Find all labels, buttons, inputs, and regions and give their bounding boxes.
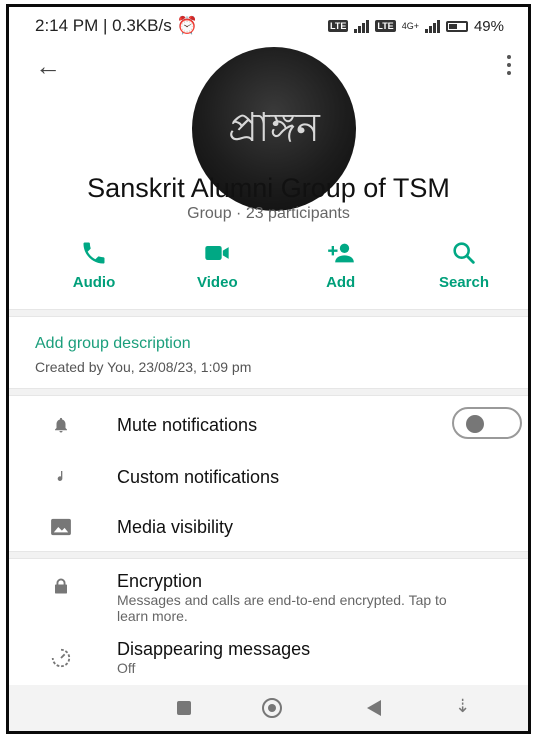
timer-icon	[47, 647, 75, 669]
status-time: 2:14 PM | 0.3KB/s ⏰	[35, 16, 198, 35]
video-label: Video	[197, 274, 238, 291]
search-icon	[453, 242, 475, 264]
encryption-subtitle: Messages and calls are end-to-end encryp…	[117, 592, 447, 624]
music-note-icon	[47, 467, 75, 487]
navigation-toggle-icon[interactable]: ⇣	[455, 697, 470, 715]
audio-label: Audio	[72, 274, 116, 291]
action-bar: Audio Video Add Search	[49, 239, 509, 291]
media-visibility-row[interactable]: Media visibility	[9, 503, 528, 551]
created-info: Created by You, 23/08/23, 1:09 pm	[35, 359, 252, 375]
signal-icon	[354, 19, 370, 33]
status-indicators: LTE LTE 4G+ 49%	[328, 18, 504, 35]
encryption-text: Encryption Messages and calls are end-to…	[117, 571, 477, 624]
custom-notifications-label: Custom notifications	[117, 466, 280, 487]
custom-notifications-row[interactable]: Custom notifications	[9, 453, 528, 501]
group-participants[interactable]: Group · 23 participants	[9, 205, 528, 223]
avatar-text: প্রাঙ্গন	[228, 104, 320, 151]
disappearing-messages-row[interactable]: Disappearing messages Off	[9, 635, 528, 679]
add-participant-button[interactable]: Add	[296, 239, 386, 291]
volte-icon-2: LTE	[375, 20, 396, 32]
search-label: Search	[438, 274, 489, 291]
battery-percent: 49%	[473, 17, 504, 35]
volte-icon: LTE	[328, 20, 349, 32]
system-nav-bar: ⇣	[9, 685, 528, 731]
encryption-title: Encryption	[117, 571, 203, 591]
back-button-icon[interactable]	[367, 700, 381, 716]
phone-screen: 2:14 PM | 0.3KB/s ⏰ LTE LTE 4G+ 49% ← প্…	[6, 4, 531, 734]
add-group-description-link[interactable]: Add group description	[35, 335, 191, 353]
home-button-icon[interactable]	[262, 698, 282, 718]
video-camera-icon	[205, 246, 229, 260]
image-icon	[47, 518, 75, 536]
mute-label: Mute notifications	[117, 414, 258, 435]
phone-icon	[83, 242, 105, 264]
bell-icon	[47, 415, 75, 435]
search-button[interactable]: Search	[419, 239, 509, 291]
mute-toggle[interactable]	[452, 407, 522, 439]
add-label: Add	[326, 274, 356, 291]
section-divider	[9, 309, 528, 317]
network-type: 4G+	[401, 21, 419, 31]
media-visibility-label: Media visibility	[117, 516, 234, 537]
disappearing-text: Disappearing messages Off	[117, 639, 310, 676]
signal-icon-2	[424, 19, 440, 33]
add-person-icon	[327, 243, 354, 263]
lock-icon	[47, 575, 75, 597]
encryption-row[interactable]: Encryption Messages and calls are end-to…	[9, 567, 528, 624]
alarm-icon: ⏰	[176, 16, 198, 35]
disappearing-title: Disappearing messages	[117, 639, 311, 659]
audio-call-button[interactable]: Audio	[49, 239, 139, 291]
group-name: Sanskrit Alumni Group of TSM	[87, 173, 450, 203]
disappearing-subtitle: Off	[117, 660, 136, 676]
more-options-icon[interactable]	[506, 55, 512, 75]
section-divider-2	[9, 388, 528, 396]
mute-notifications-row[interactable]: Mute notifications	[9, 401, 528, 449]
section-divider-3	[9, 551, 528, 559]
status-bar: 2:14 PM | 0.3KB/s ⏰ LTE LTE 4G+ 49%	[9, 7, 528, 45]
video-call-button[interactable]: Video	[172, 239, 262, 291]
recents-button-icon[interactable]	[177, 701, 191, 715]
back-arrow-icon[interactable]: ←	[35, 53, 61, 79]
battery-icon	[445, 20, 468, 32]
